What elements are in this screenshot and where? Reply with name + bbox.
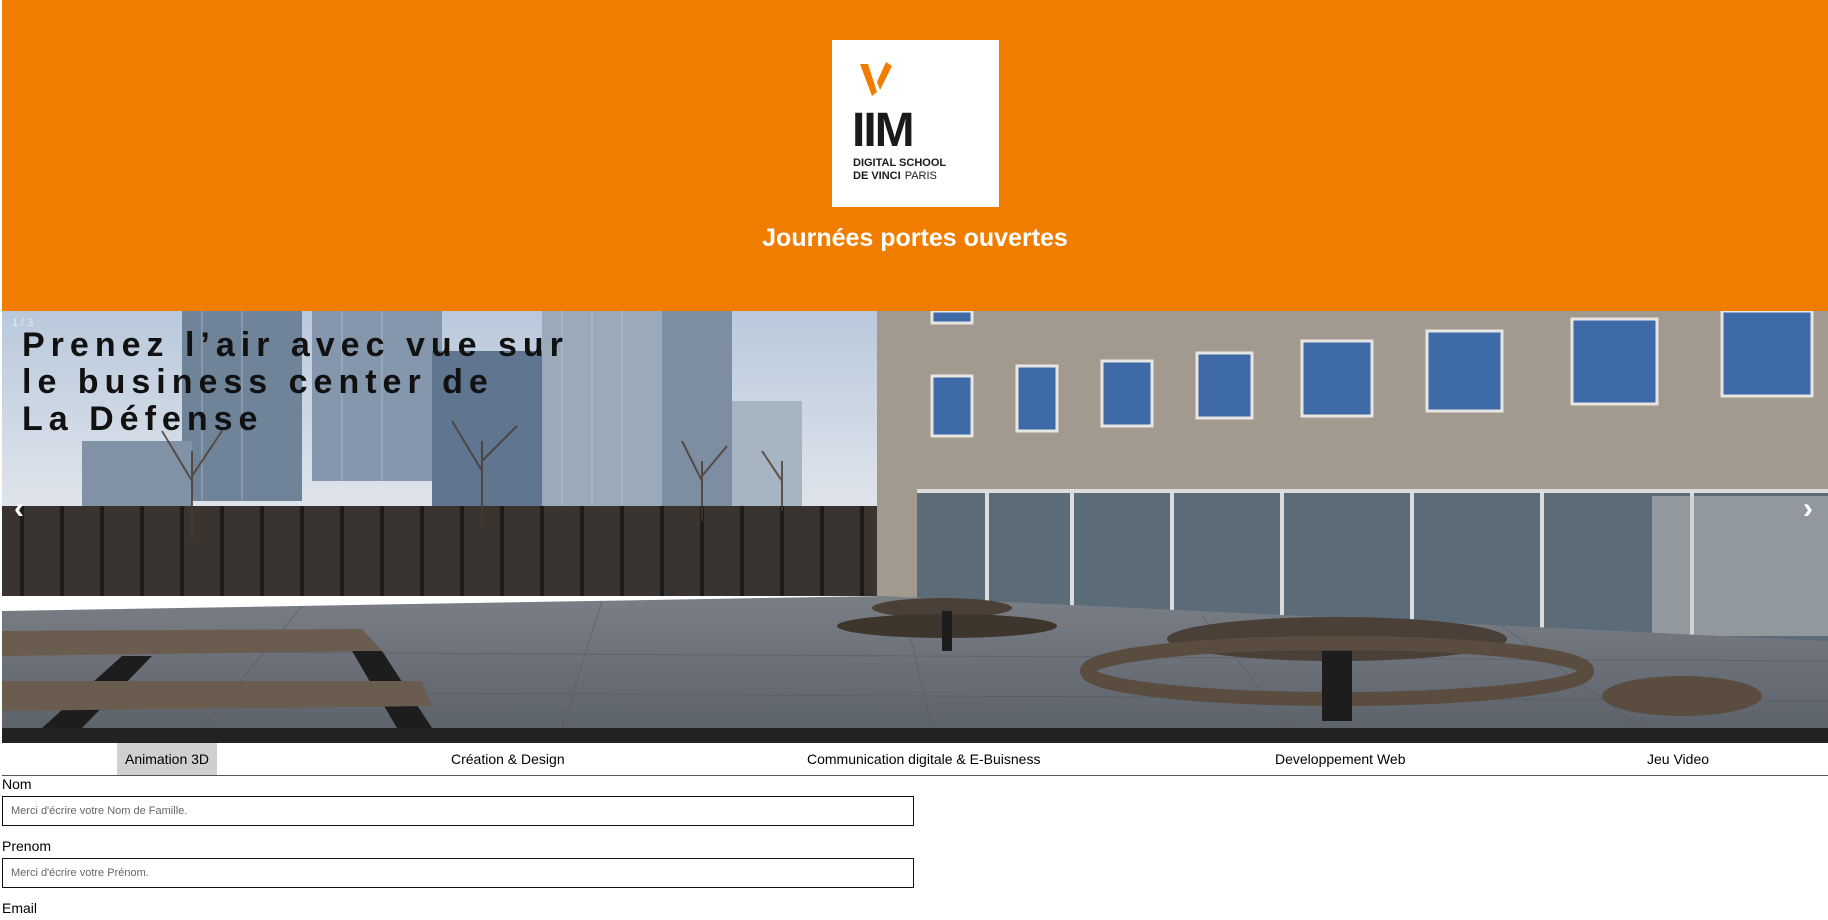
page: IIM DIGITAL SCHOOL DE VINCI PARIS Journée… (0, 0, 1828, 920)
logo-line-2: DE VINCI PARIS (853, 171, 937, 182)
tab-developpement-web[interactable]: Developpement Web (1267, 743, 1413, 775)
logo-v-mark-icon (860, 62, 892, 96)
iim-logo[interactable]: IIM DIGITAL SCHOOL DE VINCI PARIS (832, 40, 999, 207)
page-title: Journées portes ouvertes (762, 224, 1068, 252)
prenom-input[interactable] (2, 858, 914, 888)
nom-input[interactable] (2, 796, 914, 826)
nom-label: Nom (2, 776, 32, 792)
tab-communication-digitale[interactable]: Communication digitale & E-Buisness (799, 743, 1048, 775)
program-tabs: Animation 3D Création & Design Communica… (2, 743, 1828, 776)
tab-jeu-video[interactable]: Jeu Video (1639, 743, 1717, 775)
tab-animation-3d[interactable]: Animation 3D (117, 743, 218, 775)
logo-wordmark: IIM (852, 104, 915, 157)
carousel-prev-icon[interactable]: ‹ (14, 494, 24, 524)
logo-line-1: DIGITAL SCHOOL (853, 157, 947, 169)
carousel-footer-bar (2, 728, 1828, 743)
logo-line-2-text: DE VINCI (853, 170, 901, 182)
logo-city: PARIS (904, 170, 937, 182)
slide-caption: Prenez l’air avec vue sur le business ce… (22, 326, 569, 438)
tab-creation-design[interactable]: Création & Design (443, 743, 573, 775)
carousel-next-icon[interactable]: › (1803, 494, 1813, 524)
email-label: Email (2, 900, 38, 916)
header: IIM DIGITAL SCHOOL DE VINCI PARIS Journée… (2, 0, 1828, 311)
prenom-label: Prenom (2, 838, 52, 854)
image-carousel[interactable]: 1 / 3 Prenez l’air avec vue sur le busin… (2, 311, 1828, 728)
